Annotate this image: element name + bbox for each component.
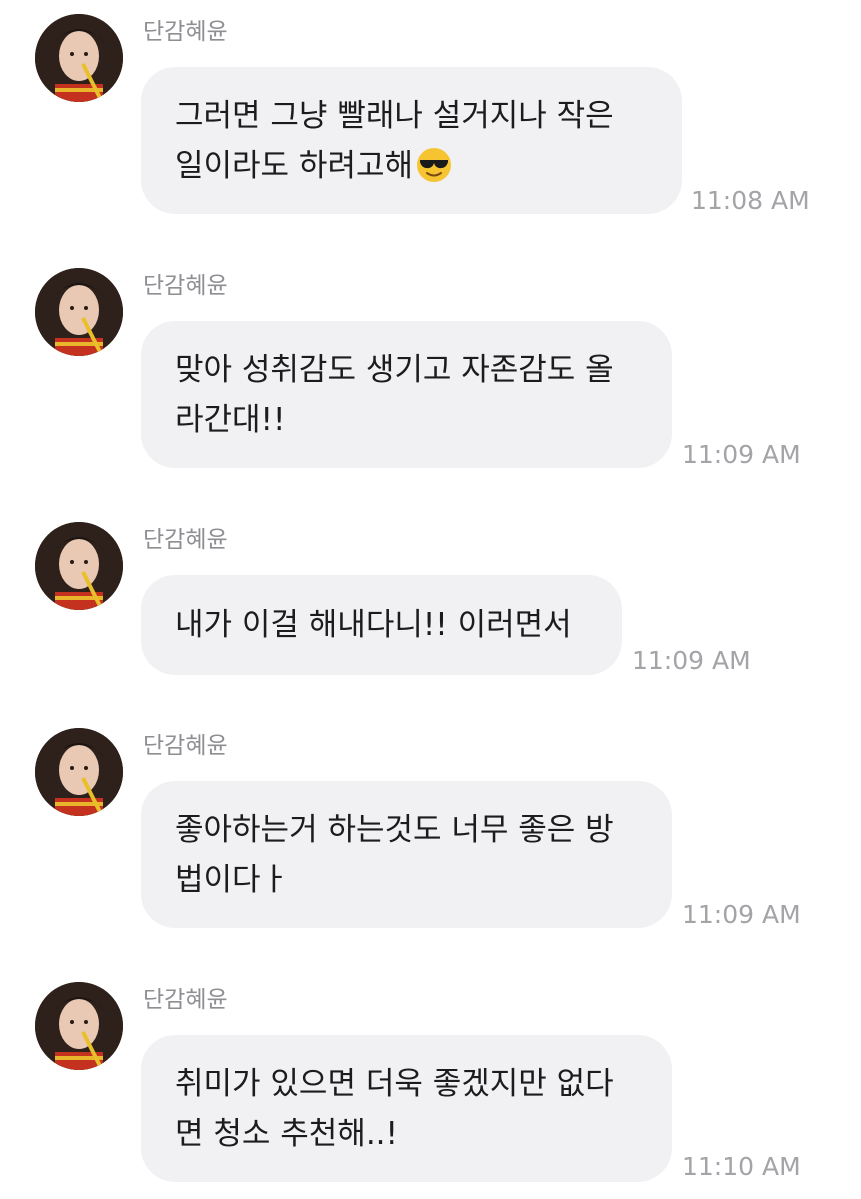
sender-name: 단감혜윤 <box>143 733 228 759</box>
message-line: 일이라도 하려고해 <box>175 148 414 184</box>
message-line: 그러면 그냥 빨래나 설거지나 작은 <box>175 98 614 134</box>
message-line: 내가 이걸 해내다니!! 이러면서 <box>175 607 572 643</box>
message-line: 라간대!! <box>175 402 286 438</box>
message-line: 면 청소 추천해..! <box>175 1116 398 1152</box>
message-line: 법이다ㅏ <box>175 862 290 898</box>
avatar[interactable] <box>35 268 123 356</box>
message-line: 취미가 있으면 더욱 좋겠지만 없다 <box>175 1066 614 1102</box>
message-bubble[interactable]: 맞아 성취감도 생기고 자존감도 올 라간대!! <box>141 321 672 468</box>
avatar[interactable] <box>35 982 123 1070</box>
sender-name: 단감혜윤 <box>143 273 228 299</box>
sender-name: 단감혜윤 <box>143 987 228 1013</box>
timestamp: 11:09 AM <box>682 440 801 469</box>
message-bubble[interactable]: 좋아하는거 하는것도 너무 좋은 방 법이다ㅏ <box>141 781 672 928</box>
message-line: 좋아하는거 하는것도 너무 좋은 방 <box>175 812 614 848</box>
avatar[interactable] <box>35 522 123 610</box>
message-line-with-emoji: 일이라도 하려고해 <box>175 141 648 191</box>
sender-name: 단감혜윤 <box>143 527 228 553</box>
timestamp: 11:10 AM <box>682 1152 801 1181</box>
timestamp: 11:08 AM <box>691 186 810 215</box>
message-bubble[interactable]: 내가 이걸 해내다니!! 이러면서 <box>141 575 622 675</box>
timestamp: 11:09 AM <box>632 646 751 675</box>
timestamp: 11:09 AM <box>682 900 801 929</box>
message-bubble[interactable]: 그러면 그냥 빨래나 설거지나 작은 일이라도 하려고해 <box>141 67 682 214</box>
chat-thread: 단감혜윤 그러면 그냥 빨래나 설거지나 작은 일이라도 하려고해 11:08 … <box>0 0 861 1199</box>
avatar[interactable] <box>35 14 123 102</box>
message-bubble[interactable]: 취미가 있으면 더욱 좋겠지만 없다 면 청소 추천해..! <box>141 1035 672 1182</box>
message-line: 맞아 성취감도 생기고 자존감도 올 <box>175 352 614 388</box>
avatar[interactable] <box>35 728 123 816</box>
sender-name: 단감혜윤 <box>143 19 228 45</box>
sunglasses-face-icon <box>415 146 453 184</box>
